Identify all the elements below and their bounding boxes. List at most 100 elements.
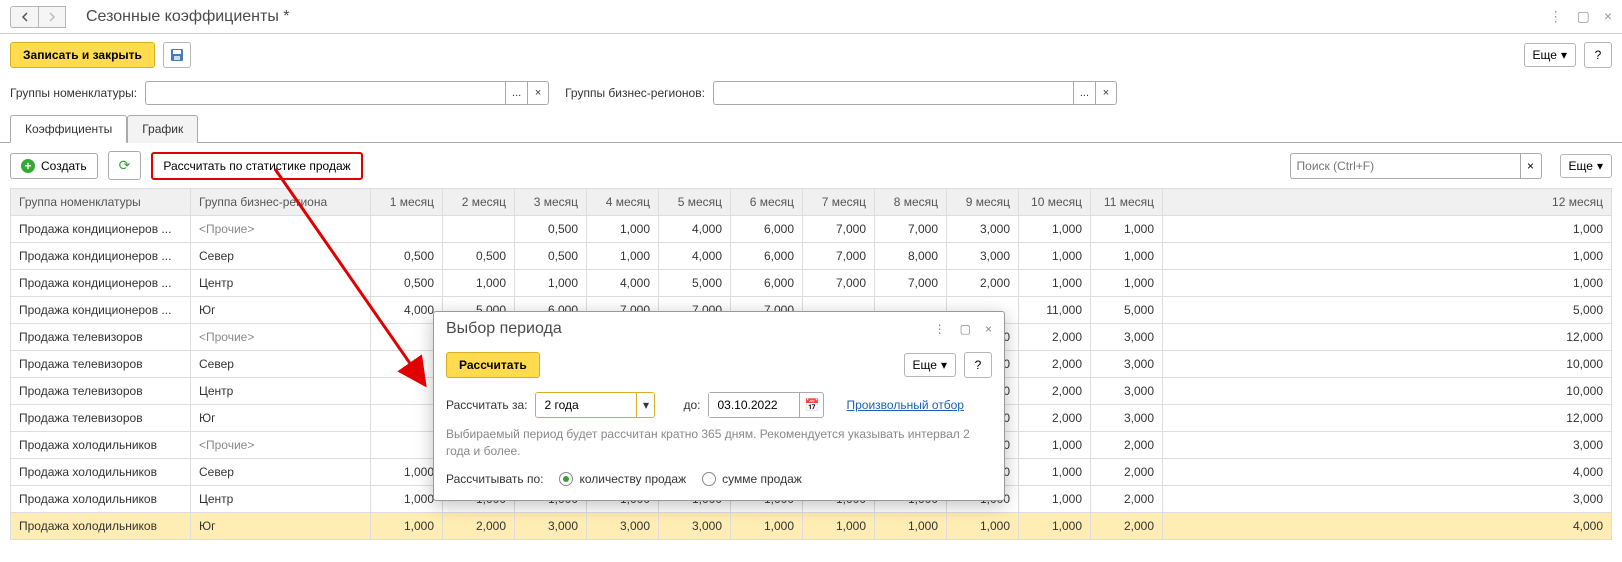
cell-month: 5,000 [1091, 297, 1163, 324]
cell-month [371, 405, 443, 432]
cell-group: Продажа холодильников [11, 432, 191, 459]
cell-group: Продажа кондиционеров ... [11, 243, 191, 270]
cell-month: 10,000 [1163, 351, 1612, 378]
table-row[interactable]: Продажа холодильниковЮг1,0002,0003,0003,… [11, 513, 1612, 540]
dialog-more-button[interactable]: Еще▾ [904, 353, 956, 377]
window-maximize-icon[interactable]: ▢ [1577, 8, 1590, 25]
cell-month: 7,000 [803, 243, 875, 270]
table-row[interactable]: Продажа кондиционеров ...Центр0,5001,000… [11, 270, 1612, 297]
cell-month: 6,000 [731, 270, 803, 297]
nav-back-button[interactable] [10, 6, 38, 28]
date-to-input[interactable] [709, 393, 799, 417]
cell-month: 4,000 [659, 216, 731, 243]
table-row[interactable]: Продажа кондиционеров ...Север0,5000,500… [11, 243, 1612, 270]
help-button[interactable]: ? [1584, 42, 1612, 68]
cell-region: Север [191, 243, 371, 270]
period-selection-dialog: Выбор периода ⋮ ▢ × Рассчитать Еще▾ ? Ра… [433, 311, 1005, 501]
col-m3[interactable]: 3 месяц [515, 189, 587, 216]
window-close-icon[interactable]: × [1604, 8, 1612, 25]
cell-month [371, 351, 443, 378]
col-m6[interactable]: 6 месяц [731, 189, 803, 216]
cell-month: 1,000 [1163, 216, 1612, 243]
tab-coefficients[interactable]: Коэффициенты [10, 115, 127, 143]
nomenclature-ellipsis-button[interactable]: ... [505, 81, 527, 105]
col-m2[interactable]: 2 месяц [443, 189, 515, 216]
more-button[interactable]: Еще▾ [1524, 43, 1576, 67]
col-m12[interactable]: 12 месяц [1163, 189, 1612, 216]
regions-clear-button[interactable]: × [1095, 81, 1117, 105]
nomenclature-clear-button[interactable]: × [527, 81, 549, 105]
window-menu-icon[interactable]: ⋮ [1549, 8, 1563, 25]
cell-month: 1,000 [875, 513, 947, 540]
col-region[interactable]: Группа бизнес-региона [191, 189, 371, 216]
tab-chart[interactable]: График [127, 115, 198, 143]
cell-group: Продажа холодильников [11, 459, 191, 486]
cell-month: 2,000 [1019, 324, 1091, 351]
col-group[interactable]: Группа номенклатуры [11, 189, 191, 216]
col-m8[interactable]: 8 месяц [875, 189, 947, 216]
cell-region: <Прочие> [191, 324, 371, 351]
search-input[interactable] [1290, 153, 1520, 179]
cell-month: 2,000 [1091, 486, 1163, 513]
col-m5[interactable]: 5 месяц [659, 189, 731, 216]
radio-by-quantity[interactable]: количеству продаж [559, 472, 686, 486]
nav-forward-button[interactable] [38, 6, 66, 28]
col-m10[interactable]: 10 месяц [1019, 189, 1091, 216]
cell-month: 3,000 [947, 216, 1019, 243]
period-input[interactable] [536, 393, 636, 417]
cell-month: 1,000 [587, 243, 659, 270]
cell-month: 4,000 [659, 243, 731, 270]
col-m11[interactable]: 11 месяц [1091, 189, 1163, 216]
col-m4[interactable]: 4 месяц [587, 189, 659, 216]
cell-month: 10,000 [1163, 378, 1612, 405]
cell-month: 3,000 [1091, 351, 1163, 378]
save-and-close-button[interactable]: Записать и закрыть [10, 42, 155, 68]
page-title: Сезонные коэффициенты * [86, 8, 1549, 26]
dialog-maximize-icon[interactable]: ▢ [960, 322, 971, 336]
table-more-button[interactable]: Еще▾ [1560, 154, 1612, 178]
period-hint: Выбираемый период будет рассчитан кратно… [446, 426, 992, 460]
cell-month: 3,000 [1091, 324, 1163, 351]
cell-month: 7,000 [875, 216, 947, 243]
search-clear-button[interactable]: × [1520, 153, 1542, 179]
nomenclature-groups-input[interactable] [145, 81, 505, 105]
business-regions-input[interactable] [713, 81, 1073, 105]
calendar-button[interactable]: 📅 [799, 393, 823, 417]
cell-region: Центр [191, 378, 371, 405]
chevron-down-icon: ▾ [941, 358, 947, 372]
create-button[interactable]: +Создать [10, 153, 98, 179]
cell-month: 1,000 [1019, 270, 1091, 297]
save-button[interactable] [163, 42, 191, 68]
dialog-title: Выбор периода [446, 320, 934, 338]
cell-month: 1,000 [1019, 432, 1091, 459]
dialog-menu-icon[interactable]: ⋮ [934, 322, 946, 336]
regions-ellipsis-button[interactable]: ... [1073, 81, 1095, 105]
radio-by-sum[interactable]: сумме продаж [702, 472, 802, 486]
cell-month: 1,000 [1019, 243, 1091, 270]
cell-month: 3,000 [1091, 405, 1163, 432]
cell-month: 3,000 [1163, 486, 1612, 513]
cell-month: 11,000 [1019, 297, 1091, 324]
calculate-by-sales-stats-button[interactable]: Рассчитать по статистике продаж [151, 152, 362, 180]
dialog-calculate-button[interactable]: Рассчитать [446, 352, 540, 378]
cell-month: 4,000 [371, 297, 443, 324]
cell-group: Продажа холодильников [11, 513, 191, 540]
custom-filter-link[interactable]: Произвольный отбор [846, 398, 964, 412]
col-m7[interactable]: 7 месяц [803, 189, 875, 216]
table-header-row: Группа номенклатуры Группа бизнес-регион… [11, 189, 1612, 216]
cell-month: 0,500 [371, 270, 443, 297]
col-m9[interactable]: 9 месяц [947, 189, 1019, 216]
dialog-help-button[interactable]: ? [964, 352, 992, 378]
cell-region: Север [191, 459, 371, 486]
col-m1[interactable]: 1 месяц [371, 189, 443, 216]
refresh-button[interactable]: ⟳ [108, 151, 142, 180]
period-dropdown-button[interactable]: ▾ [636, 393, 654, 417]
table-row[interactable]: Продажа кондиционеров ...<Прочие>0,5001,… [11, 216, 1612, 243]
cell-month [371, 216, 443, 243]
dialog-close-icon[interactable]: × [985, 322, 992, 336]
cell-month: 1,000 [1091, 216, 1163, 243]
nomenclature-groups-label: Группы номенклатуры: [10, 86, 137, 100]
cell-month: 7,000 [803, 270, 875, 297]
cell-month: 3,000 [1163, 432, 1612, 459]
cell-group: Продажа телевизоров [11, 378, 191, 405]
